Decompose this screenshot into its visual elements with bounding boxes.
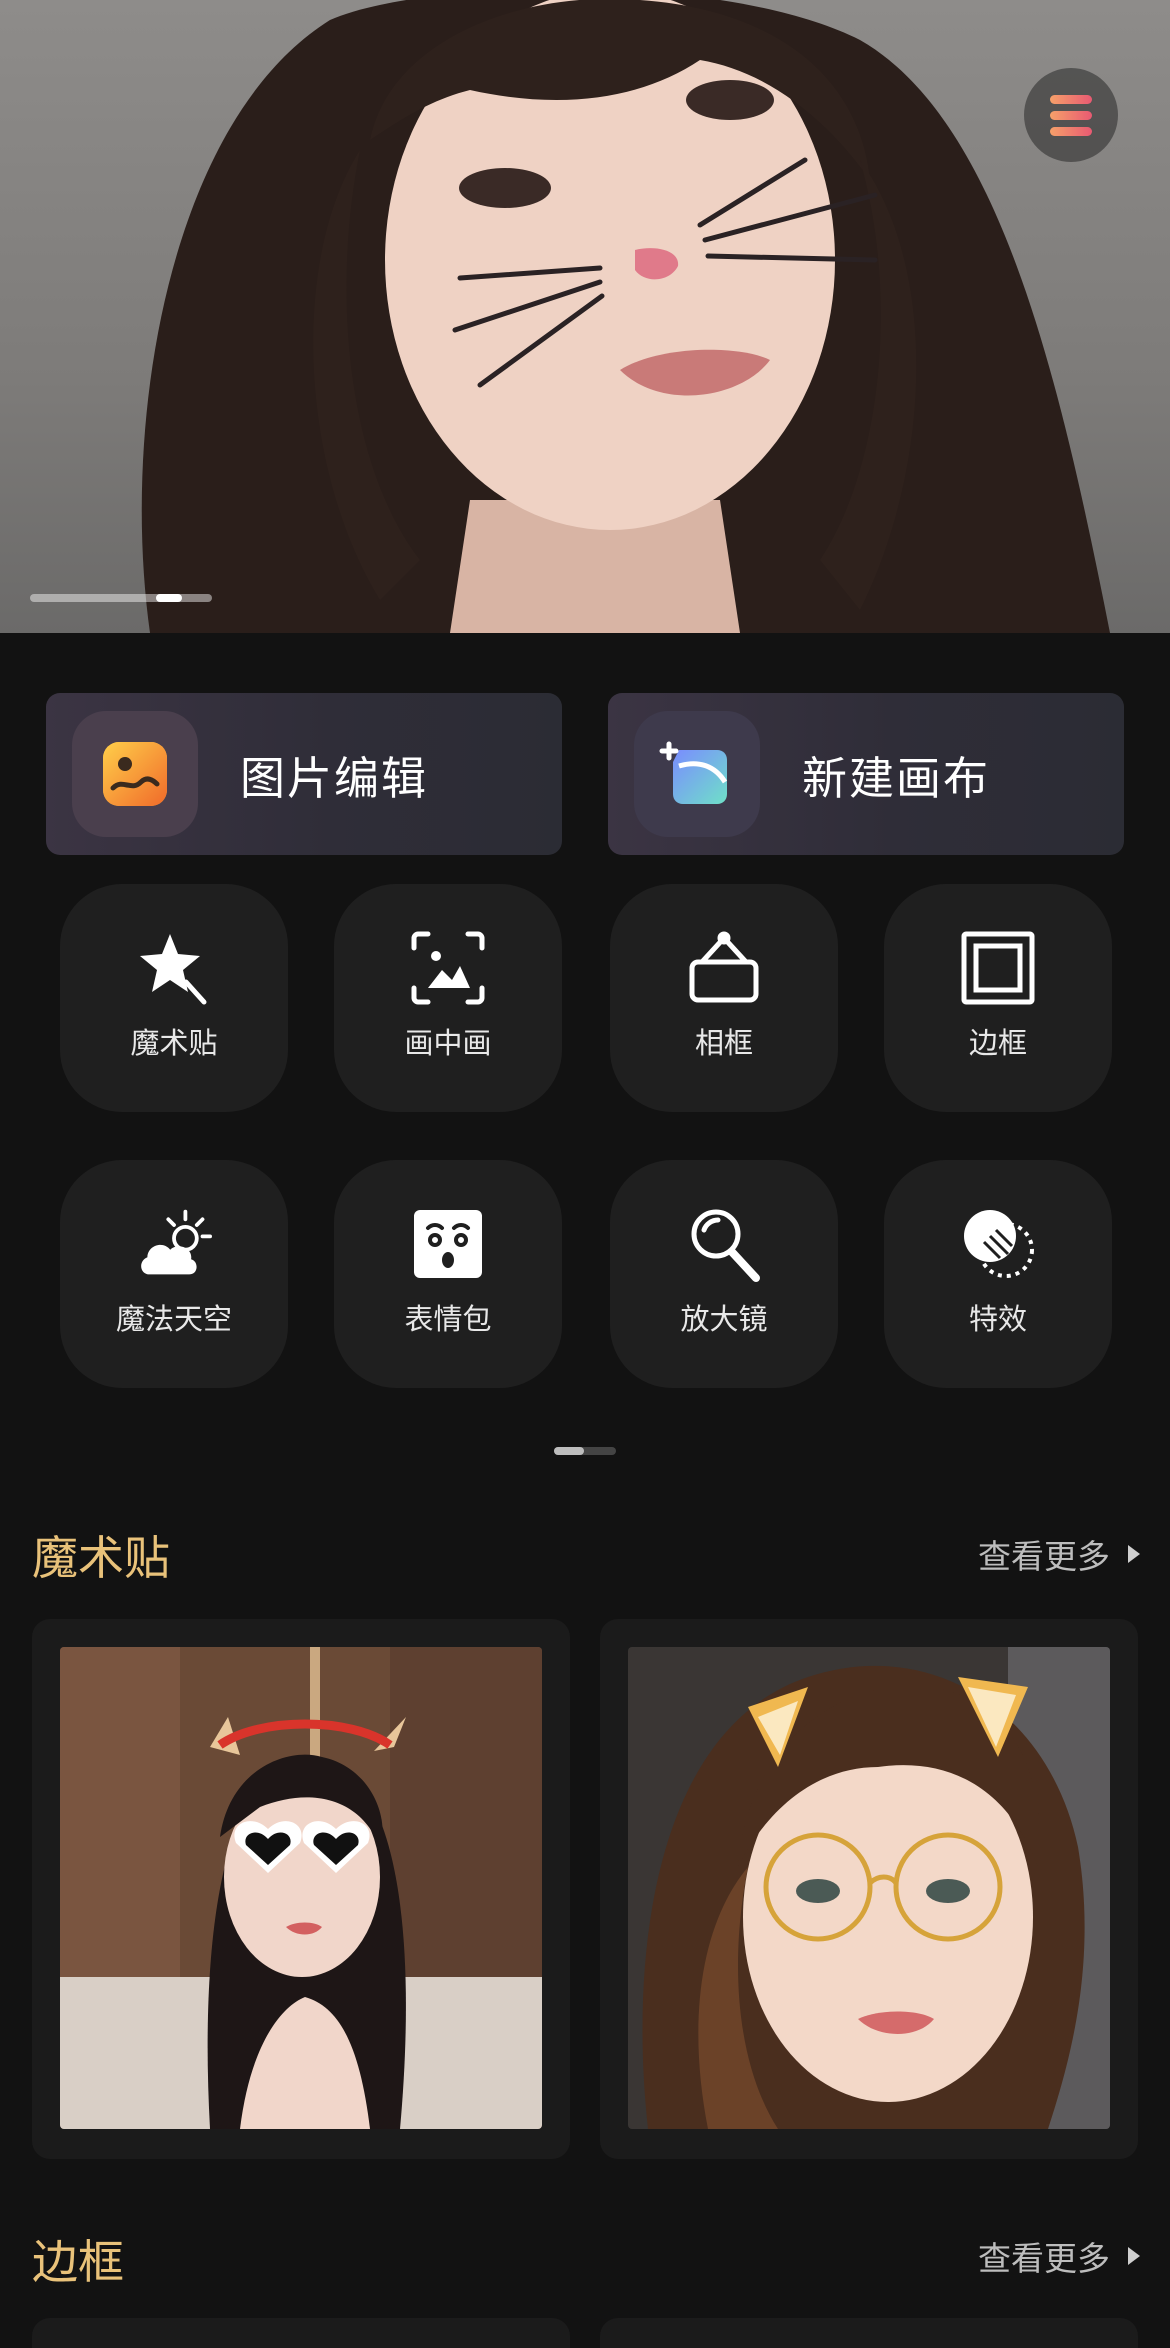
tool-label: 边框 (968, 1026, 1027, 1060)
view-more-border[interactable]: 查看更多 (978, 2232, 1140, 2280)
hero-banner[interactable] (0, 0, 1170, 633)
tool-label: 魔法天空 (115, 1302, 232, 1336)
new-canvas-card[interactable]: 新建画布 (608, 693, 1124, 855)
section-title-border: 边框 (32, 2235, 124, 2289)
tool-photo-frame[interactable]: 相框 (610, 884, 838, 1112)
chevron-right-icon (1128, 2247, 1140, 2265)
image-edit-icon (72, 711, 198, 837)
menu-button[interactable] (1024, 68, 1118, 162)
tool-label: 特效 (968, 1302, 1027, 1336)
weather-sky-icon (136, 1206, 212, 1282)
tool-label: 画中画 (404, 1026, 492, 1060)
effects-icon (960, 1206, 1036, 1282)
meme-face-icon (410, 1206, 486, 1282)
sticker-card[interactable] (600, 1619, 1138, 2159)
image-edit-label: 图片编辑 (240, 751, 429, 805)
tool-picture-in-picture[interactable]: 画中画 (334, 884, 562, 1112)
section-title-magic-sticker: 魔术贴 (32, 1531, 170, 1585)
tool-effects[interactable]: 特效 (884, 1160, 1112, 1388)
tool-meme[interactable]: 表情包 (334, 1160, 562, 1388)
tool-label: 放大镜 (680, 1302, 768, 1336)
view-more-magic-sticker[interactable]: 查看更多 (978, 1530, 1140, 1578)
menu-icon-bar (1050, 110, 1092, 120)
tool-magic-sky[interactable]: 魔法天空 (60, 1160, 288, 1388)
tool-label: 相框 (694, 1026, 753, 1060)
view-more-label: 查看更多 (978, 1537, 1110, 1576)
sticker-preview-image (60, 1647, 542, 2129)
border-icon (960, 930, 1036, 1006)
tools-page-indicator (554, 1447, 616, 1455)
magic-star-icon (136, 930, 212, 1006)
tool-label: 魔术贴 (130, 1026, 218, 1060)
border-card[interactable] (600, 2318, 1138, 2348)
menu-icon-bar (1050, 126, 1092, 136)
tool-magnifier[interactable]: 放大镜 (610, 1160, 838, 1388)
tool-border[interactable]: 边框 (884, 884, 1112, 1112)
picture-in-picture-icon (410, 930, 486, 1006)
banner-portrait-image (141, 0, 1110, 633)
view-more-label: 查看更多 (978, 2239, 1110, 2278)
new-canvas-icon (634, 711, 760, 837)
image-edit-card[interactable]: 图片编辑 (46, 693, 562, 855)
border-card[interactable] (32, 2318, 570, 2348)
sticker-preview-image (628, 1647, 1110, 2129)
tool-magic-sticker[interactable]: 魔术贴 (60, 884, 288, 1112)
menu-icon-bar (1050, 94, 1092, 104)
new-canvas-label: 新建画布 (802, 751, 991, 805)
chevron-right-icon (1128, 1545, 1140, 1563)
banner-page-indicator (30, 594, 212, 602)
tool-label: 表情包 (404, 1302, 492, 1336)
magnifier-icon (686, 1206, 762, 1282)
sticker-card[interactable] (32, 1619, 570, 2159)
hanging-frame-icon (686, 930, 762, 1006)
